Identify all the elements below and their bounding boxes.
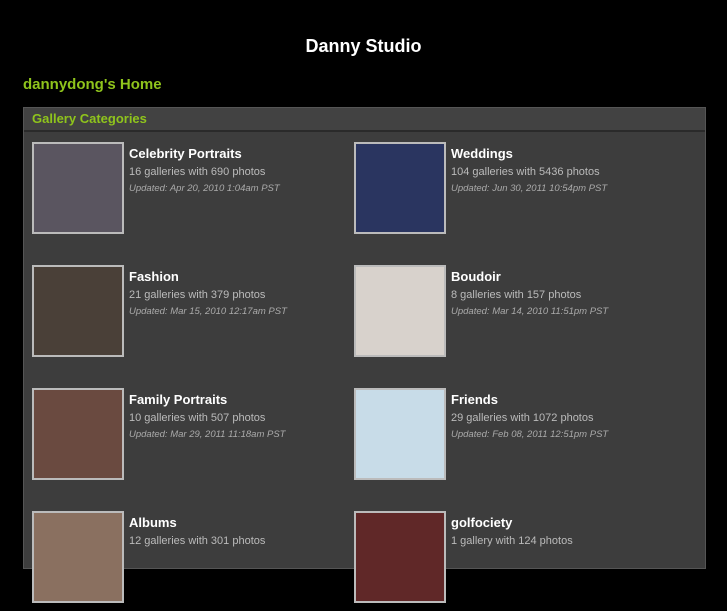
category-title[interactable]: Family Portraits — [129, 392, 286, 407]
category-count: 1 gallery with 124 photos — [451, 535, 573, 547]
category-title[interactable]: Friends — [451, 392, 608, 407]
site-title: Danny Studio — [305, 36, 422, 56]
category-thumbnail[interactable] — [32, 265, 124, 357]
category-thumbnail[interactable] — [354, 265, 446, 357]
category-count: 16 galleries with 690 photos — [129, 166, 266, 178]
category-updated: Updated: Apr 20, 2010 1:04am PST — [129, 183, 280, 194]
category-thumbnail[interactable] — [32, 142, 124, 234]
category-thumbnail[interactable] — [354, 388, 446, 480]
category-updated: Updated: Mar 14, 2010 11:51pm PST — [451, 306, 609, 317]
category-item[interactable]: Fashion 21 galleries with 379 photos Upd… — [32, 265, 352, 365]
category-count: 104 galleries with 5436 photos — [451, 166, 600, 178]
category-title[interactable]: Celebrity Portraits — [129, 146, 280, 161]
category-count: 12 galleries with 301 photos — [129, 535, 266, 547]
home-link[interactable]: dannydong's Home — [23, 76, 162, 93]
category-title[interactable]: Weddings — [451, 146, 607, 161]
category-thumbnail[interactable] — [32, 388, 124, 480]
category-item[interactable]: Celebrity Portraits 16 galleries with 69… — [32, 142, 352, 242]
category-thumbnail[interactable] — [354, 511, 446, 603]
category-updated: Updated: Feb 08, 2011 12:51pm PST — [451, 429, 609, 440]
category-title[interactable]: Boudoir — [451, 269, 608, 284]
category-item[interactable]: Friends 29 galleries with 1072 photos Up… — [354, 388, 674, 488]
category-updated: Updated: Mar 29, 2011 11:18am PST — [129, 429, 286, 440]
category-count: 8 galleries with 157 photos — [451, 289, 582, 301]
category-thumbnail[interactable] — [32, 511, 124, 603]
category-count: 21 galleries with 379 photos — [129, 289, 266, 301]
category-count: 10 galleries with 507 photos — [129, 412, 266, 424]
category-updated: Updated: Mar 15, 2010 12:17am PST — [129, 306, 287, 317]
category-title[interactable]: golfociety — [451, 515, 573, 530]
category-item[interactable]: Weddings 104 galleries with 5436 photos … — [354, 142, 674, 242]
category-title[interactable]: Albums — [129, 515, 265, 530]
category-thumbnail[interactable] — [354, 142, 446, 234]
category-count: 29 galleries with 1072 photos — [451, 412, 594, 424]
category-title[interactable]: Fashion — [129, 269, 287, 284]
gallery-categories-panel: Gallery Categories Celebrity Portraits 1… — [23, 107, 706, 603]
category-item[interactable]: golfociety 1 gallery with 124 photos — [354, 511, 674, 611]
category-updated: Updated: Jun 30, 2011 10:54pm PST — [451, 183, 608, 194]
panel-title: Gallery Categories — [24, 108, 705, 132]
category-item[interactable]: Boudoir 8 galleries with 157 photos Upda… — [354, 265, 674, 365]
category-item[interactable]: Family Portraits 10 galleries with 507 p… — [32, 388, 352, 488]
category-item[interactable]: Albums 12 galleries with 301 photos — [32, 511, 352, 611]
